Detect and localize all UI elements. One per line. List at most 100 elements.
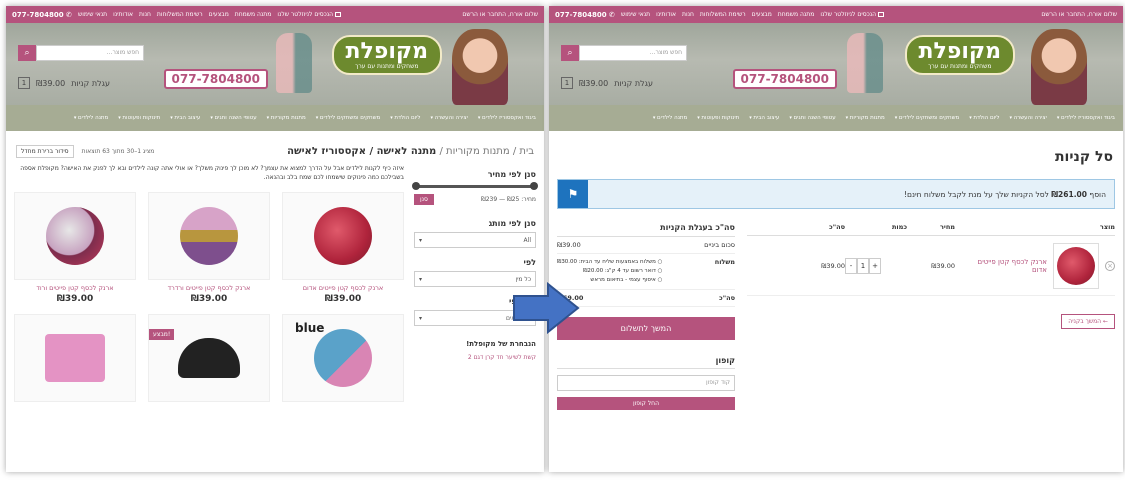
about-link[interactable]: אודותינו bbox=[656, 11, 676, 18]
product-name[interactable]: ארנק לכסף קטן פייטים אדום bbox=[282, 284, 404, 292]
search-bar: ⌕ חפש מוצר... bbox=[561, 45, 687, 61]
nav-item[interactable]: ליום הולדת bbox=[390, 115, 420, 121]
nav-item[interactable]: יצירה והעשרה bbox=[1009, 115, 1047, 121]
main-nav: ביגוד ואקססוריז לילדים יצירה והעשרה ליום… bbox=[549, 105, 1123, 131]
product-image[interactable] bbox=[14, 314, 136, 402]
sales-link[interactable]: מבצעים bbox=[752, 11, 772, 18]
terms-link[interactable]: תנאי שימוש bbox=[621, 11, 650, 18]
product-name[interactable]: ארנק לכסף קטן פייטים ורוד bbox=[14, 284, 136, 292]
header-phone: 077-7804800 bbox=[732, 69, 837, 89]
nav-item[interactable]: משחקים ומשחקים לילדים bbox=[895, 115, 959, 121]
gift-link[interactable]: מתנה משמחת bbox=[235, 11, 272, 18]
nav-item[interactable]: מתנות מקוריות bbox=[267, 115, 306, 121]
qty-plus-button[interactable]: + bbox=[869, 257, 881, 274]
terms-link[interactable]: תנאי שימוש bbox=[78, 11, 107, 18]
product-card[interactable]: ארנק לכסף קטן פייטים אדום ₪39.00 bbox=[282, 192, 404, 304]
site-logo[interactable]: מקופלת משחקים ומתנות עם ערך bbox=[331, 35, 442, 75]
product-image[interactable]: blue bbox=[282, 314, 404, 402]
cart-page-screenshot: שלום אורח, התחבר או הרשם הנכסים לניוזלטר… bbox=[549, 6, 1123, 472]
newsletter-link[interactable]: הנכסים לניוזלטר שלנו bbox=[820, 11, 885, 18]
cart-label: עגלת קניות bbox=[71, 78, 110, 88]
cart-item-name[interactable]: ארנק לכסף קטן פייטים אדום bbox=[977, 258, 1047, 274]
nav-item[interactable]: מתנות מקוריות bbox=[846, 115, 885, 121]
col-qty: כמות bbox=[891, 223, 907, 231]
cart-item-price: ₪39.00 bbox=[931, 261, 955, 270]
store-link[interactable]: חנות bbox=[682, 11, 694, 18]
nav-item[interactable]: ליום הולדת bbox=[969, 115, 999, 121]
total-row: סה"כ ₪69.00 bbox=[557, 290, 735, 307]
result-count: מציג 1–30 מתוך 63 תוצאות bbox=[81, 148, 155, 155]
product-image[interactable] bbox=[148, 192, 270, 280]
product-card[interactable]: !מבצע bbox=[148, 314, 270, 402]
chevron-down-icon: ▾ bbox=[419, 236, 423, 244]
product-card[interactable]: blue bbox=[282, 314, 404, 402]
search-icon[interactable]: ⌕ bbox=[18, 45, 36, 61]
nav-item[interactable]: מתנה לילדים bbox=[74, 115, 108, 121]
cart-total: ₪39.00 bbox=[579, 78, 609, 88]
price-range-text: מחיר: ₪25 — ₪239 bbox=[481, 196, 536, 203]
nav-item[interactable]: מתנה לילדים bbox=[653, 115, 687, 121]
product-image[interactable] bbox=[282, 192, 404, 280]
product-card[interactable]: ארנק לכסף קטן פייטים ורדרד ₪39.00 bbox=[148, 192, 270, 304]
product-price: ₪39.00 bbox=[324, 294, 362, 304]
nav-item[interactable]: עטופי השנה וחגים bbox=[210, 115, 256, 121]
phone-text: ✆ 077-7804800 bbox=[555, 10, 615, 19]
col-product: מוצר bbox=[1099, 223, 1115, 231]
search-bar: ⌕ חפש מוצר... bbox=[18, 45, 144, 61]
product-card[interactable]: ארנק לכסף קטן פייטים ורוד ₪39.00 bbox=[14, 192, 136, 304]
nav-item[interactable]: תינוקות ופעוטות bbox=[118, 115, 160, 121]
nav-item[interactable]: עיצוב הבית bbox=[170, 115, 200, 121]
shipping-option-courier[interactable]: משלוח באמצעות שליח עד הבית: ₪30.00 bbox=[557, 258, 662, 267]
nav-item[interactable]: עיצוב הבית bbox=[749, 115, 779, 121]
price-slider[interactable] bbox=[412, 182, 538, 190]
nav-item[interactable]: משחקים ומשחקים לילדים bbox=[316, 115, 380, 121]
sales-link[interactable]: מבצעים bbox=[209, 11, 229, 18]
cart-summary[interactable]: עגלת קניות ₪39.00 1 bbox=[561, 77, 653, 89]
product-name[interactable]: ארנק לכסף קטן פייטים ורדרד bbox=[148, 284, 270, 292]
site-logo[interactable]: מקופלת משחקים ומתנות עם ערך bbox=[904, 35, 1015, 75]
remove-item-icon[interactable]: × bbox=[1105, 260, 1115, 271]
brand-select[interactable]: All ▾ bbox=[414, 232, 536, 248]
qty-input[interactable]: 1 bbox=[857, 257, 869, 274]
crumb-home[interactable]: בית bbox=[519, 146, 534, 157]
shipping-link[interactable]: רשימת המשלוחות bbox=[157, 11, 203, 18]
product-image[interactable]: !מבצע bbox=[148, 314, 270, 402]
phone-icon: ✆ bbox=[606, 10, 615, 19]
product-card[interactable] bbox=[14, 314, 136, 402]
nav-item[interactable]: עטופי השנה וחגים bbox=[789, 115, 835, 121]
cart-summary[interactable]: עגלת קניות ₪39.00 1 bbox=[18, 77, 110, 89]
crumb-category[interactable]: מתנות מקוריות bbox=[446, 146, 510, 157]
coupon-title: קופון bbox=[557, 356, 735, 369]
cart-total: ₪39.00 bbox=[36, 78, 66, 88]
search-input[interactable]: חפש מוצר... bbox=[36, 45, 144, 61]
checkout-button[interactable]: המשך לתשלום bbox=[557, 317, 735, 340]
shipping-link[interactable]: רשימת המשלוחות bbox=[700, 11, 746, 18]
coupon-input[interactable]: קוד קופון bbox=[557, 375, 735, 391]
nav-item[interactable]: ביגוד ואקססוריז לילדים bbox=[478, 115, 536, 121]
login-link[interactable]: שלום אורח, התחבר או הרשם bbox=[1041, 11, 1117, 18]
nav-item[interactable]: ביגוד ואקססוריז לילדים bbox=[1057, 115, 1115, 121]
continue-shopping-button[interactable]: ← המשך בקניה bbox=[1061, 314, 1115, 329]
filter-button[interactable]: סנן bbox=[414, 194, 434, 205]
newsletter-link[interactable]: הנכסים לניוזלטר שלנו bbox=[277, 11, 342, 18]
nav-item[interactable]: תינוקות ופעוטות bbox=[697, 115, 739, 121]
chevron-down-icon: ▾ bbox=[419, 275, 423, 283]
qty-minus-button[interactable]: - bbox=[845, 257, 857, 274]
product-image[interactable] bbox=[14, 192, 136, 280]
search-input[interactable]: חפש מוצר... bbox=[579, 45, 687, 61]
subtotal-row: סכום ביניים ₪39.00 bbox=[557, 237, 735, 254]
search-icon[interactable]: ⌕ bbox=[561, 45, 579, 61]
notice-amount: ₪261.00 bbox=[1051, 189, 1087, 199]
cart-item-thumbnail[interactable] bbox=[1053, 242, 1099, 289]
nav-item[interactable]: יצירה והעשרה bbox=[430, 115, 468, 121]
promo-item[interactable]: קשת לשיער חד קרן דגם 2 bbox=[414, 354, 536, 361]
gift-link[interactable]: מתנה משמחת bbox=[778, 11, 815, 18]
login-link[interactable]: שלום אורח, התחבר או הרשם bbox=[462, 11, 538, 18]
sale-badge: !מבצע bbox=[149, 329, 175, 340]
cart-icon: 1 bbox=[561, 77, 573, 89]
shipping-option-mail[interactable]: דואר רשום עד 4 ק"ג: ₪20.00 bbox=[557, 267, 662, 276]
about-link[interactable]: אודותינו bbox=[113, 11, 133, 18]
apply-coupon-button[interactable]: החל קופון bbox=[557, 397, 735, 410]
store-link[interactable]: חנות bbox=[139, 11, 151, 18]
sort-select[interactable]: סידור ברירת מחדל bbox=[16, 145, 74, 158]
